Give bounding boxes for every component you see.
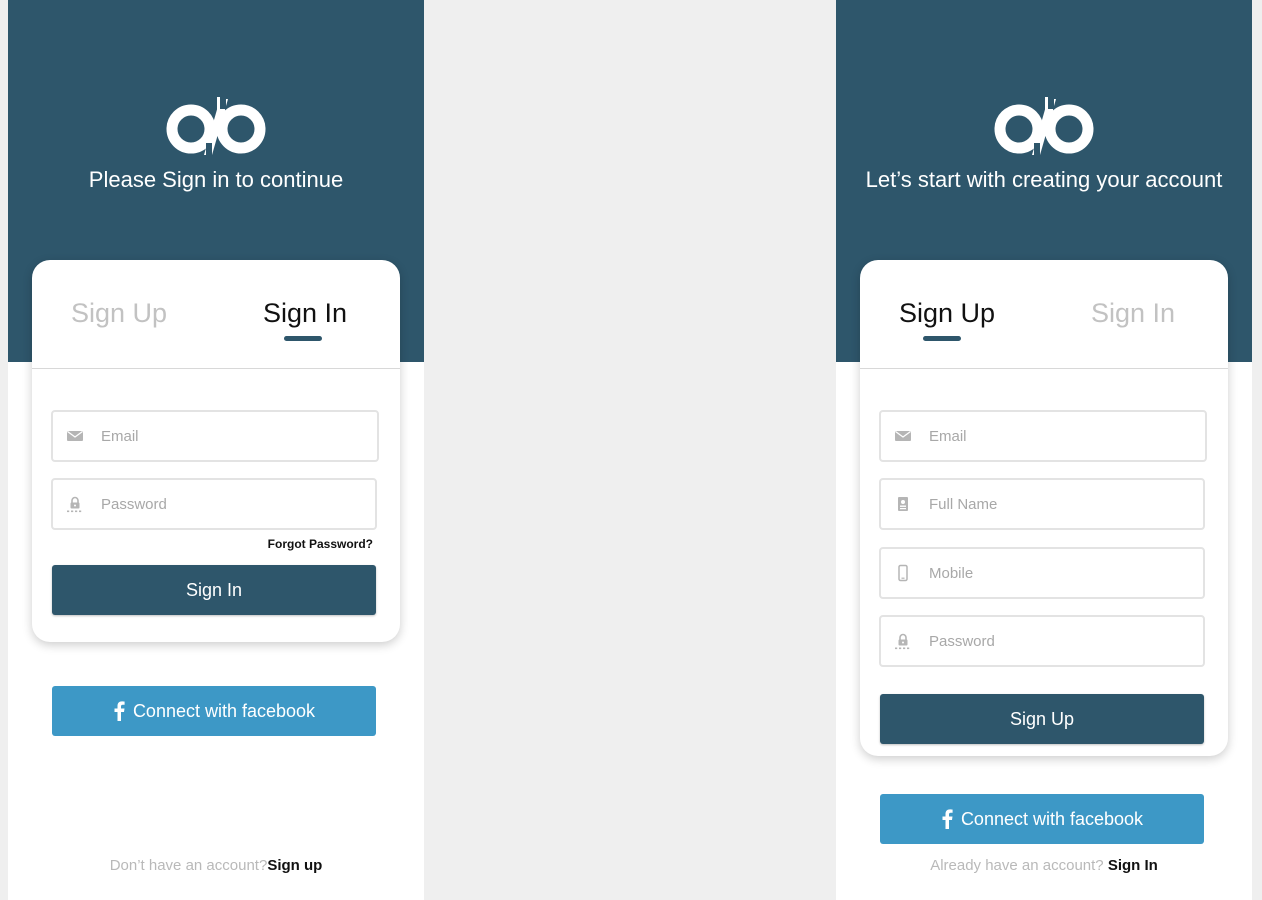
full-name-input[interactable] <box>929 480 1199 528</box>
facebook-icon <box>941 809 953 829</box>
envelope-icon <box>894 427 912 445</box>
auth-tabs: Sign Up Sign In <box>860 260 1228 369</box>
email-input[interactable] <box>929 412 1199 460</box>
password-field[interactable] <box>879 615 1205 667</box>
tab-sign-up[interactable]: Sign Up <box>71 296 167 330</box>
lock-icon <box>66 495 84 513</box>
mobile-input[interactable] <box>929 549 1199 597</box>
footer-sign-in-link[interactable]: Sign In <box>1108 857 1158 874</box>
facebook-button-label: Connect with facebook <box>132 700 316 721</box>
sign-in-button[interactable]: Sign In <box>52 565 376 615</box>
ab-logo-icon <box>994 95 1094 157</box>
tab-sign-in[interactable]: Sign In <box>1091 296 1175 330</box>
footer-text: Already have an account? <box>930 857 1108 874</box>
connect-facebook-button[interactable]: Connect with facebook <box>52 686 376 736</box>
active-tab-indicator <box>923 336 961 341</box>
page-subtitle: Let’s start with creating your account <box>865 167 1223 192</box>
id-card-icon <box>894 495 912 513</box>
footer-signup-prompt: Don’t have an account?Sign up <box>8 857 424 874</box>
mobile-field[interactable] <box>879 547 1205 599</box>
page-subtitle: Please Sign in to continue <box>88 167 344 192</box>
signup-screen: Let’s start with creating your account S… <box>836 0 1252 900</box>
signin-screen: Please Sign in to continue Sign Up Sign … <box>8 0 424 900</box>
auth-tabs: Sign Up Sign In <box>32 260 400 369</box>
password-input[interactable] <box>101 480 371 528</box>
signin-card: Sign Up Sign In Forgot Password? Sign In <box>32 260 400 642</box>
envelope-icon <box>66 427 84 445</box>
facebook-button-label: Connect with facebook <box>960 808 1144 829</box>
signup-card: Sign Up Sign In Sign Up <box>860 260 1228 756</box>
footer-signin-prompt: Already have an account? Sign In <box>836 857 1252 874</box>
email-field[interactable] <box>51 410 379 462</box>
password-input[interactable] <box>929 617 1199 665</box>
tab-sign-in[interactable]: Sign In <box>263 296 347 330</box>
full-name-field[interactable] <box>879 478 1205 530</box>
email-input[interactable] <box>101 412 371 460</box>
ab-logo-icon <box>166 95 266 157</box>
connect-facebook-button[interactable]: Connect with facebook <box>880 794 1204 844</box>
sign-up-button[interactable]: Sign Up <box>880 694 1204 744</box>
lock-icon <box>894 632 912 650</box>
active-tab-indicator <box>284 336 322 341</box>
footer-sign-up-link[interactable]: Sign up <box>267 857 322 874</box>
facebook-icon <box>113 701 125 721</box>
email-field[interactable] <box>879 410 1207 462</box>
mobile-phone-icon <box>894 564 912 582</box>
forgot-password-link[interactable]: Forgot Password? <box>268 537 373 551</box>
tab-sign-up[interactable]: Sign Up <box>899 296 995 330</box>
footer-text: Don’t have an account? <box>109 857 268 874</box>
password-field[interactable] <box>51 478 377 530</box>
